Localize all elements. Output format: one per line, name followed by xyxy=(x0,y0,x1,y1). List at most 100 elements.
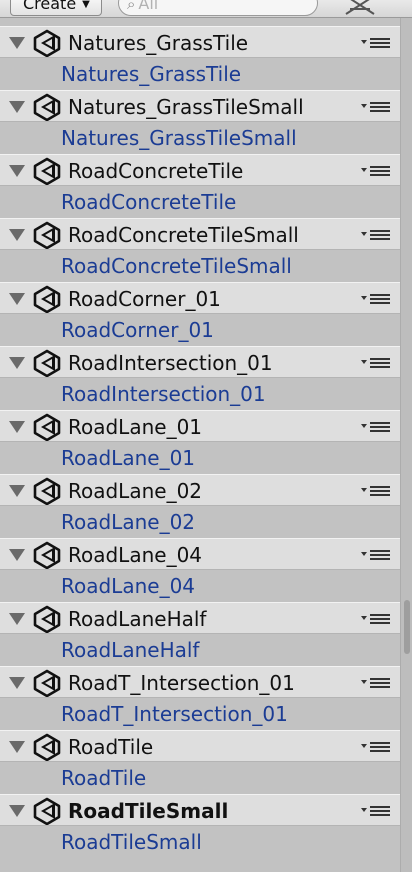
context-menu-icon[interactable] xyxy=(361,420,391,434)
foldout-triangle-icon[interactable] xyxy=(9,37,25,49)
unity-icon xyxy=(33,349,61,377)
unity-icon xyxy=(33,541,61,569)
component-title: RoadLane_02 xyxy=(68,479,203,503)
component-header[interactable]: RoadTileSmall xyxy=(0,794,400,826)
foldout-triangle-icon[interactable] xyxy=(9,677,25,689)
component-list: Natures_GrassTile Natures_GrassTile Nature… xyxy=(0,26,400,858)
field-label[interactable]: RoadLaneHalf xyxy=(61,637,199,663)
foldout-triangle-icon[interactable] xyxy=(9,357,25,369)
context-menu-icon[interactable] xyxy=(361,676,391,690)
foldout-triangle-icon[interactable] xyxy=(9,805,25,817)
unity-icon xyxy=(33,93,61,121)
search-icon: ⌕ xyxy=(127,0,136,13)
unity-icon xyxy=(33,285,61,313)
context-menu-icon[interactable] xyxy=(361,356,391,370)
field-row: RoadLane_01 xyxy=(0,442,400,474)
component-title: RoadIntersection_01 xyxy=(68,351,273,375)
field-label[interactable]: Natures_GrassTile xyxy=(61,61,241,87)
field-label[interactable]: RoadConcreteTileSmall xyxy=(61,253,292,279)
component-header[interactable]: RoadIntersection_01 xyxy=(0,346,400,378)
context-menu-icon[interactable] xyxy=(361,804,391,818)
context-menu-icon[interactable] xyxy=(361,100,391,114)
unity-icon xyxy=(33,669,61,697)
field-label[interactable]: RoadConcreteTile xyxy=(61,189,236,215)
component-header[interactable]: RoadCorner_01 xyxy=(0,282,400,314)
component-title: Natures_GrassTileSmall xyxy=(68,95,304,119)
field-row: RoadLane_04 xyxy=(0,570,400,602)
component-header[interactable]: Natures_GrassTileSmall xyxy=(0,90,400,122)
field-label[interactable]: RoadCorner_01 xyxy=(61,317,214,343)
field-label[interactable]: RoadLane_01 xyxy=(61,445,195,471)
component-header[interactable]: RoadLaneHalf xyxy=(0,602,400,634)
field-row: RoadT_Intersection_01 xyxy=(0,698,400,730)
field-row: Natures_GrassTileSmall xyxy=(0,122,400,154)
foldout-triangle-icon[interactable] xyxy=(9,293,25,305)
component-header[interactable]: RoadT_Intersection_01 xyxy=(0,666,400,698)
component-title: RoadConcreteTileSmall xyxy=(68,223,299,247)
search-field[interactable]: ⌕ xyxy=(118,0,318,16)
field-row: RoadLaneHalf xyxy=(0,634,400,666)
create-button[interactable]: Create ▼ xyxy=(10,0,102,16)
component-title: RoadCorner_01 xyxy=(68,287,221,311)
component-title: RoadConcreteTile xyxy=(68,159,244,183)
unity-icon xyxy=(33,477,61,505)
field-row: RoadLane_02 xyxy=(0,506,400,538)
field-label[interactable]: RoadIntersection_01 xyxy=(61,381,266,407)
field-label[interactable]: Natures_GrassTileSmall xyxy=(61,125,297,151)
caret-down-icon: ▼ xyxy=(82,0,90,10)
context-menu-icon[interactable] xyxy=(361,228,391,242)
field-label[interactable]: RoadTile xyxy=(61,765,146,791)
field-row: RoadIntersection_01 xyxy=(0,378,400,410)
field-row: RoadTileSmall xyxy=(0,826,400,858)
foldout-triangle-icon[interactable] xyxy=(9,101,25,113)
unity-icon xyxy=(33,605,61,633)
unity-icon xyxy=(33,733,61,761)
foldout-triangle-icon[interactable] xyxy=(9,165,25,177)
foldout-triangle-icon[interactable] xyxy=(9,613,25,625)
component-header[interactable]: RoadConcreteTile xyxy=(0,154,400,186)
component-title: RoadT_Intersection_01 xyxy=(68,671,295,695)
unity-icon xyxy=(33,29,61,57)
field-row: Natures_GrassTile xyxy=(0,58,400,90)
search-input[interactable] xyxy=(138,0,289,13)
component-header[interactable]: RoadTile xyxy=(0,730,400,762)
create-button-label: Create xyxy=(23,0,77,13)
unity-icon xyxy=(33,221,61,249)
component-header[interactable]: RoadLane_02 xyxy=(0,474,400,506)
component-header[interactable]: RoadLane_04 xyxy=(0,538,400,570)
foldout-triangle-icon[interactable] xyxy=(9,229,25,241)
field-label[interactable]: RoadLane_02 xyxy=(61,509,195,535)
field-row: RoadTile xyxy=(0,762,400,794)
component-header[interactable]: Natures_GrassTile xyxy=(0,26,400,58)
unity-icon xyxy=(33,157,61,185)
context-menu-icon[interactable] xyxy=(361,484,391,498)
toolbar: Create ▼ ⌕ xyxy=(0,0,412,18)
field-row: RoadCorner_01 xyxy=(0,314,400,346)
foldout-triangle-icon[interactable] xyxy=(9,549,25,561)
foldout-triangle-icon[interactable] xyxy=(9,741,25,753)
field-label[interactable]: RoadTileSmall xyxy=(61,829,202,855)
component-title: RoadLane_04 xyxy=(68,543,203,567)
component-title: RoadTileSmall xyxy=(68,799,229,823)
context-menu-icon[interactable] xyxy=(361,612,391,626)
context-menu-icon[interactable] xyxy=(361,740,391,754)
context-menu-icon[interactable] xyxy=(361,164,391,178)
context-menu-icon[interactable] xyxy=(361,548,391,562)
tools-icon[interactable] xyxy=(342,0,378,16)
unity-icon xyxy=(33,797,61,825)
context-menu-icon[interactable] xyxy=(361,292,391,306)
scrollbar-thumb[interactable] xyxy=(404,600,410,654)
field-label[interactable]: RoadT_Intersection_01 xyxy=(61,701,288,727)
component-title: RoadTile xyxy=(68,735,154,759)
component-title: RoadLaneHalf xyxy=(68,607,207,631)
foldout-triangle-icon[interactable] xyxy=(9,485,25,497)
component-title: RoadLane_01 xyxy=(68,415,203,439)
foldout-triangle-icon[interactable] xyxy=(9,421,25,433)
component-header[interactable]: RoadConcreteTileSmall xyxy=(0,218,400,250)
context-menu-icon[interactable] xyxy=(361,36,391,50)
component-title: Natures_GrassTile xyxy=(68,31,249,55)
field-row: RoadConcreteTileSmall xyxy=(0,250,400,282)
scrollbar[interactable] xyxy=(400,18,412,872)
field-label[interactable]: RoadLane_04 xyxy=(61,573,195,599)
component-header[interactable]: RoadLane_01 xyxy=(0,410,400,442)
